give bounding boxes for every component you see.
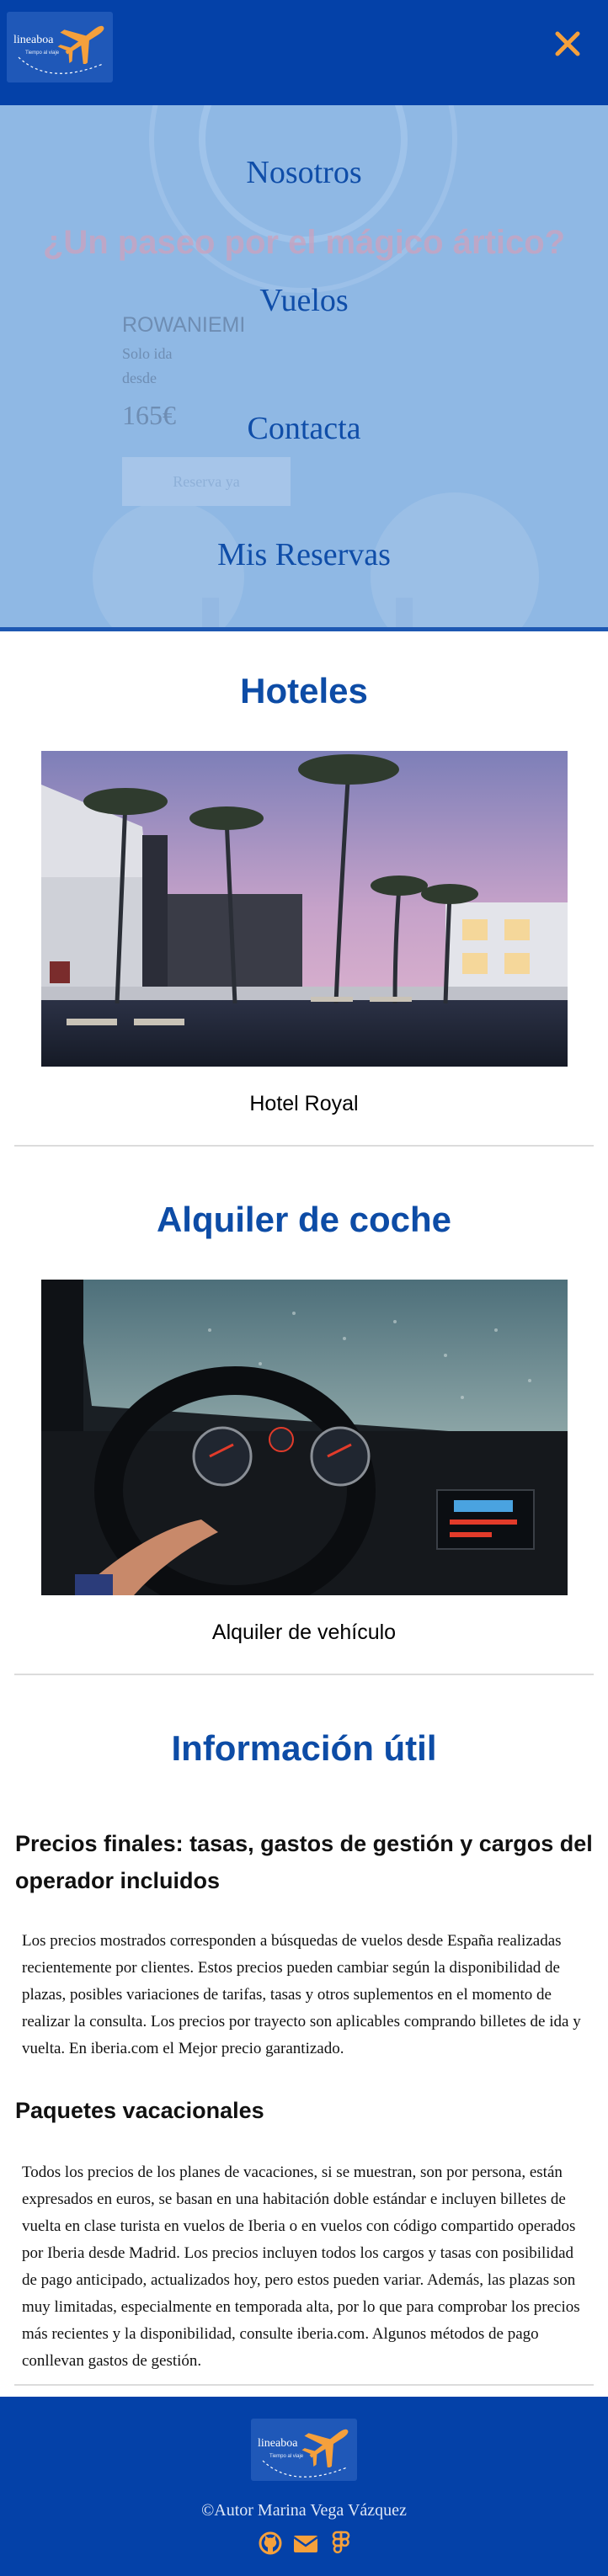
footer-logo[interactable]: lineaboa Tiempo al viaje (251, 2419, 357, 2481)
hotel-photo (41, 751, 568, 1067)
github-icon (259, 2531, 282, 2555)
info-heading-final-prices: Precios finales: tasas, gastos de gestió… (15, 1831, 593, 1893)
airplane-icon (301, 2429, 349, 2467)
email-link[interactable] (293, 2530, 318, 2557)
close-menu-button[interactable] (549, 22, 586, 66)
car-dashboard-photo (41, 1280, 568, 1595)
car-rental-title: Alquiler de coche (156, 1200, 452, 1239)
hotel-caption: Hotel Royal (249, 1092, 359, 1115)
figma-icon (332, 2531, 350, 2554)
footer-author: ©Autor Marina Vega Vázquez (201, 2501, 407, 2520)
logo-tagline: Tiempo al viaje (25, 51, 60, 56)
footer-logo-text: lineaboa (258, 2437, 298, 2450)
info-body-final-prices: Los precios mostrados corresponden a bús… (22, 1932, 581, 2057)
section-divider (14, 1674, 594, 1675)
car-rental-caption: Alquiler de vehículo (211, 1621, 397, 1644)
car-rental-image[interactable] (41, 1280, 568, 1595)
reserve-button[interactable]: Reserva ya (122, 457, 291, 506)
menu-item-vuelos[interactable]: Vuelos (0, 282, 608, 319)
figma-link[interactable] (328, 2530, 354, 2557)
hero-menu-overlay: ¿Un paseo por el mágico ártico? ROWANIEM… (0, 105, 608, 631)
hotel-image[interactable] (41, 751, 568, 1067)
menu-bottom-border (0, 627, 608, 631)
airplane-icon (57, 25, 104, 64)
site-logo[interactable]: lineaboa Tiempo al viaje (7, 12, 113, 82)
email-icon (293, 2536, 318, 2552)
section-divider (14, 1145, 594, 1147)
footer-social-links (244, 2530, 364, 2560)
site-header: lineaboa Tiempo al viaje (0, 0, 608, 105)
info-heading-vacation-packages: Paquetes vacacionales (15, 2098, 264, 2123)
promo-from-label: desde (122, 370, 157, 386)
promo-trip-type: Solo ida (122, 345, 173, 362)
useful-info-title: Información útil (171, 1728, 437, 1768)
menu-item-contacta[interactable]: Contacta (0, 410, 608, 447)
github-link[interactable] (258, 2530, 283, 2557)
site-footer: lineaboa Tiempo al viaje ©Autor Marina V… (0, 2397, 608, 2576)
footer-logo-tagline: Tiempo al viaje (269, 2454, 304, 2459)
section-divider (14, 2384, 594, 2386)
menu-item-nosotros[interactable]: Nosotros (0, 154, 608, 191)
promo-title: ¿Un paseo por el mágico ártico? (42, 224, 566, 261)
menu-item-mis-reservas[interactable]: Mis Reservas (0, 536, 608, 573)
close-icon (555, 31, 580, 56)
info-body-vacation-packages: Todos los precios de los planes de vacac… (22, 2164, 580, 2370)
logo-text: lineaboa (13, 34, 54, 46)
hotels-title: Hoteles (240, 671, 368, 711)
